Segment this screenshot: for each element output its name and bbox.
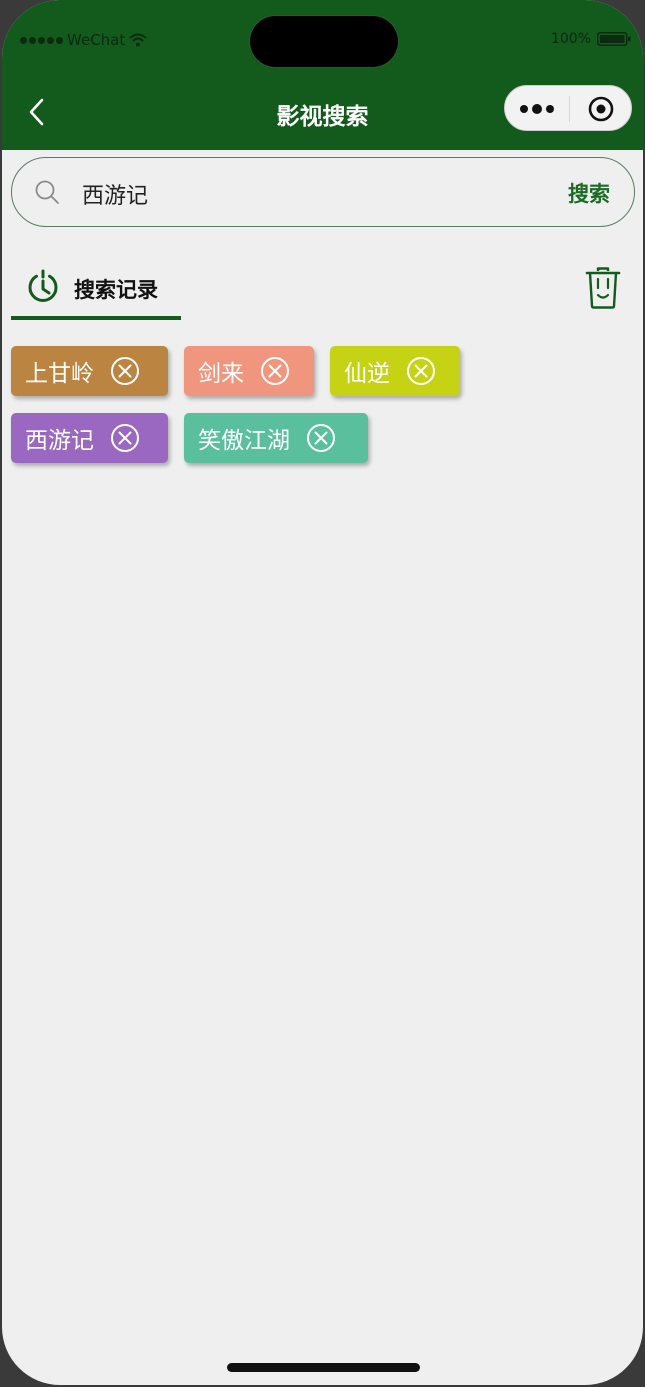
history-tag[interactable]: 仙逆: [330, 346, 460, 396]
close-circle-icon[interactable]: [306, 423, 336, 453]
history-tag[interactable]: 西游记: [11, 413, 168, 463]
history-tag-label: 剑来: [198, 361, 244, 387]
history-tag-label: 西游记: [25, 428, 94, 454]
close-miniprogram-button[interactable]: [569, 86, 633, 132]
search-input[interactable]: [80, 174, 524, 214]
carrier-label: WeChat: [67, 31, 126, 49]
status-bar-right: 100%: [551, 31, 631, 47]
wifi-icon: [129, 33, 147, 47]
history-underline: [11, 316, 181, 320]
history-clock-icon: [28, 269, 58, 302]
battery-icon: [597, 32, 631, 46]
history-tag-label: 笑傲江湖: [198, 428, 290, 454]
history-tag[interactable]: 笑傲江湖: [184, 413, 368, 463]
history-tag[interactable]: 上甘岭: [11, 346, 168, 396]
nav-bar: WeChat 100% 影视搜索: [2, 0, 643, 150]
close-circle-icon[interactable]: [260, 356, 290, 386]
history-title: 搜索记录: [74, 278, 158, 302]
dynamic-island: [250, 16, 398, 67]
close-circle-icon[interactable]: [110, 423, 140, 453]
search-bar: 搜索: [11, 157, 635, 227]
history-tag-label: 仙逆: [344, 361, 390, 387]
phone-screen: WeChat 100% 影视搜索 西游记 搜索 搜索记录 上甘岭 剑来 仙逆 西…: [2, 0, 643, 1385]
more-button[interactable]: [505, 86, 569, 132]
signal-icon: [20, 36, 63, 44]
status-bar-left: WeChat: [20, 31, 147, 49]
history-tag-label: 上甘岭: [25, 361, 94, 387]
history-tag[interactable]: 剑来: [184, 346, 314, 396]
more-icon: [518, 104, 556, 114]
close-miniprogram-icon: [588, 96, 614, 122]
search-button[interactable]: 搜索: [568, 178, 610, 208]
home-indicator[interactable]: [227, 1363, 420, 1372]
search-icon: [35, 180, 59, 204]
close-circle-icon[interactable]: [110, 356, 140, 386]
battery-label: 100%: [550, 31, 591, 47]
miniprogram-capsule: [504, 85, 632, 131]
search-history-header: 搜索记录: [11, 262, 635, 322]
close-circle-icon[interactable]: [406, 356, 436, 386]
trash-icon[interactable]: [585, 267, 621, 309]
